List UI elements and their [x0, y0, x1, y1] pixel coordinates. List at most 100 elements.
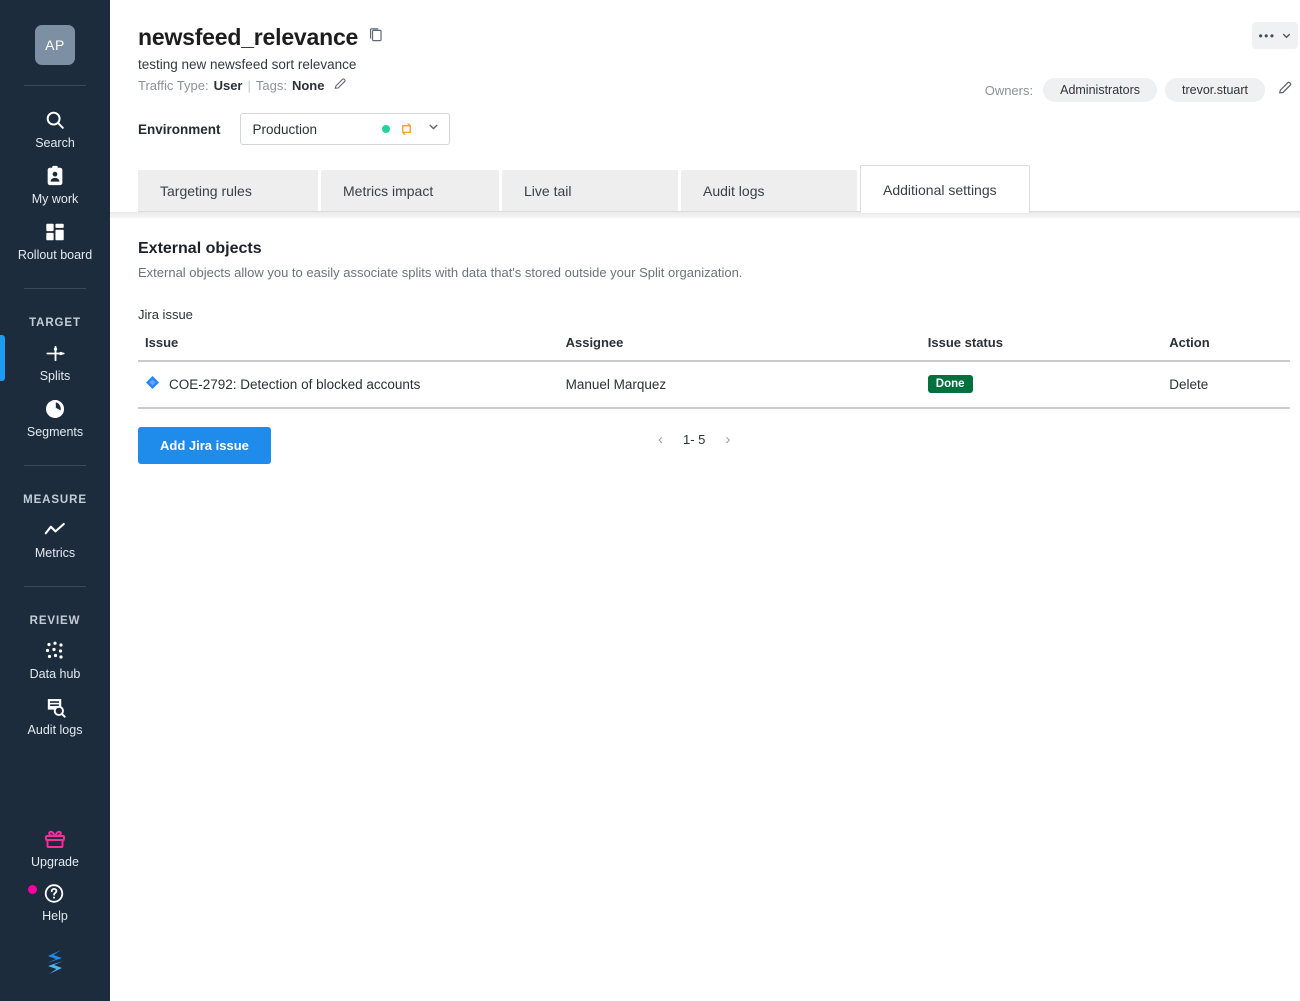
tags-label: Tags:: [256, 78, 287, 93]
tab-underline: [138, 211, 1300, 212]
cell-action: Delete: [1169, 361, 1290, 408]
owner-chip-administrators[interactable]: Administrators: [1043, 78, 1157, 102]
avatar-initials: AP: [45, 37, 65, 53]
sidebar-item-audit-logs[interactable]: Audit logs: [0, 687, 110, 743]
tab-live-tail[interactable]: Live tail: [502, 170, 678, 212]
environment-select[interactable]: Production: [240, 113, 450, 145]
sidebar-item-label: Metrics: [35, 546, 75, 560]
chevron-down-icon: [1281, 30, 1292, 41]
cell-issue-status: Done: [928, 361, 1169, 408]
external-objects-table: Issue Assignee Issue status Action: [138, 332, 1290, 409]
section-title: External objects: [138, 240, 1290, 258]
owner-chip-trevor-stuart[interactable]: trevor.stuart: [1165, 78, 1265, 102]
sidebar-item-label: Upgrade: [31, 855, 79, 869]
table-body: COE-2792: Detection of blocked accounts …: [138, 361, 1290, 408]
help-notification-badge: [28, 885, 37, 894]
traffic-type-value: User: [214, 78, 243, 93]
audit-logs-icon: [44, 694, 67, 720]
avatar[interactable]: AP: [35, 25, 75, 65]
column-header-issue: Issue: [138, 332, 566, 361]
content-area: External objects External objects allow …: [110, 218, 1300, 464]
sidebar-item-label: My work: [32, 192, 79, 206]
group-title: Jira issue: [138, 307, 1290, 322]
data-hub-icon: [43, 638, 67, 664]
splits-icon: [44, 340, 67, 366]
column-header-action: Action: [1169, 332, 1290, 361]
table-row: COE-2792: Detection of blocked accounts …: [138, 361, 1290, 408]
cell-issue: COE-2792: Detection of blocked accounts: [138, 361, 566, 408]
copy-icon[interactable]: [367, 27, 384, 49]
table-header-row: Issue Assignee Issue status Action: [138, 332, 1290, 361]
tab-targeting-rules[interactable]: Targeting rules: [138, 170, 318, 212]
kebab-dots: •••: [1258, 30, 1275, 42]
cell-assignee: Manuel Marquez: [566, 361, 928, 408]
metrics-icon: [43, 517, 67, 543]
tab-label: Live tail: [524, 183, 571, 199]
tab-additional-settings[interactable]: Additional settings: [860, 165, 1030, 213]
table-footer: Add Jira issue ‹ 1- 5 ›: [138, 427, 1290, 464]
search-icon: [44, 107, 66, 133]
sidebar: AP Search My work: [0, 0, 110, 1001]
environment-value: Production: [253, 122, 382, 137]
sidebar-item-search[interactable]: Search: [0, 100, 110, 156]
sidebar-item-label: Search: [35, 136, 75, 150]
sidebar-item-rollout-board[interactable]: Rollout board: [0, 212, 110, 268]
environment-label: Environment: [138, 122, 221, 137]
help-circle-icon: [43, 880, 67, 906]
rollout-board-icon: [44, 219, 66, 245]
sidebar-item-label: Segments: [27, 425, 83, 439]
sidebar-item-my-work[interactable]: My work: [0, 156, 110, 212]
tab-label: Audit logs: [703, 183, 764, 199]
table-head: Issue Assignee Issue status Action: [138, 332, 1290, 361]
tab-metrics-impact[interactable]: Metrics impact: [321, 170, 499, 212]
pagination-range: 1- 5: [683, 432, 705, 447]
sidebar-item-label: Audit logs: [28, 723, 83, 737]
tab-bar: Targeting rules Metrics impact Live tail…: [138, 165, 1286, 212]
issue-title[interactable]: COE-2792: Detection of blocked accounts: [169, 377, 420, 392]
status-badge: Done: [928, 375, 973, 393]
column-header-issue-status: Issue status: [928, 332, 1169, 361]
sidebar-item-upgrade[interactable]: Upgrade: [0, 819, 110, 873]
tab-label: Metrics impact: [343, 183, 433, 199]
swap-arrows-icon[interactable]: [399, 122, 414, 137]
sidebar-section-review: REVIEW: [0, 615, 110, 627]
sidebar-item-segments[interactable]: Segments: [0, 389, 110, 445]
main-panel: newsfeed_relevance testing new newsfeed …: [110, 0, 1300, 1001]
divider: [24, 586, 86, 587]
environment-row: Environment Production: [138, 113, 1286, 145]
sidebar-item-data-hub[interactable]: Data hub: [0, 631, 110, 687]
chevron-down-icon: [427, 120, 440, 138]
page-subtitle: testing new newsfeed sort relevance: [138, 57, 1286, 72]
owners-label: Owners:: [985, 83, 1033, 98]
sidebar-item-label: Rollout board: [18, 248, 92, 262]
edit-owners-pencil-icon[interactable]: [1276, 79, 1294, 102]
more-options-button[interactable]: •••: [1252, 22, 1298, 49]
page-header: newsfeed_relevance testing new newsfeed …: [110, 0, 1300, 212]
add-jira-issue-button[interactable]: Add Jira issue: [138, 427, 271, 464]
sidebar-item-help[interactable]: Help: [0, 873, 110, 927]
divider: [24, 85, 86, 86]
meta-separator: |: [248, 78, 251, 93]
chevron-right-icon[interactable]: ›: [725, 432, 730, 447]
split-logo[interactable]: [38, 945, 72, 979]
divider: [24, 288, 86, 289]
sidebar-item-label: Help: [42, 909, 68, 923]
app-root: AP Search My work: [0, 0, 1300, 1001]
sidebar-section-measure: MEASURE: [0, 494, 110, 506]
sidebar-item-metrics[interactable]: Metrics: [0, 510, 110, 566]
divider: [24, 465, 86, 466]
delete-link[interactable]: Delete: [1169, 377, 1208, 392]
sidebar-item-label: Data hub: [30, 667, 81, 681]
pencil-icon[interactable]: [332, 76, 348, 95]
gift-icon: [43, 826, 67, 852]
traffic-type-label: Traffic Type:: [138, 78, 209, 93]
tab-audit-logs[interactable]: Audit logs: [681, 170, 857, 212]
title-row: newsfeed_relevance: [138, 24, 1286, 51]
sidebar-item-splits[interactable]: Splits: [0, 333, 110, 389]
tags-value: None: [292, 78, 325, 93]
tab-label: Additional settings: [883, 182, 997, 198]
chevron-left-icon[interactable]: ‹: [658, 432, 663, 447]
my-work-icon: [44, 163, 66, 189]
owners-row: Owners: Administrators trevor.stuart: [985, 78, 1294, 102]
page-title: newsfeed_relevance: [138, 24, 358, 51]
